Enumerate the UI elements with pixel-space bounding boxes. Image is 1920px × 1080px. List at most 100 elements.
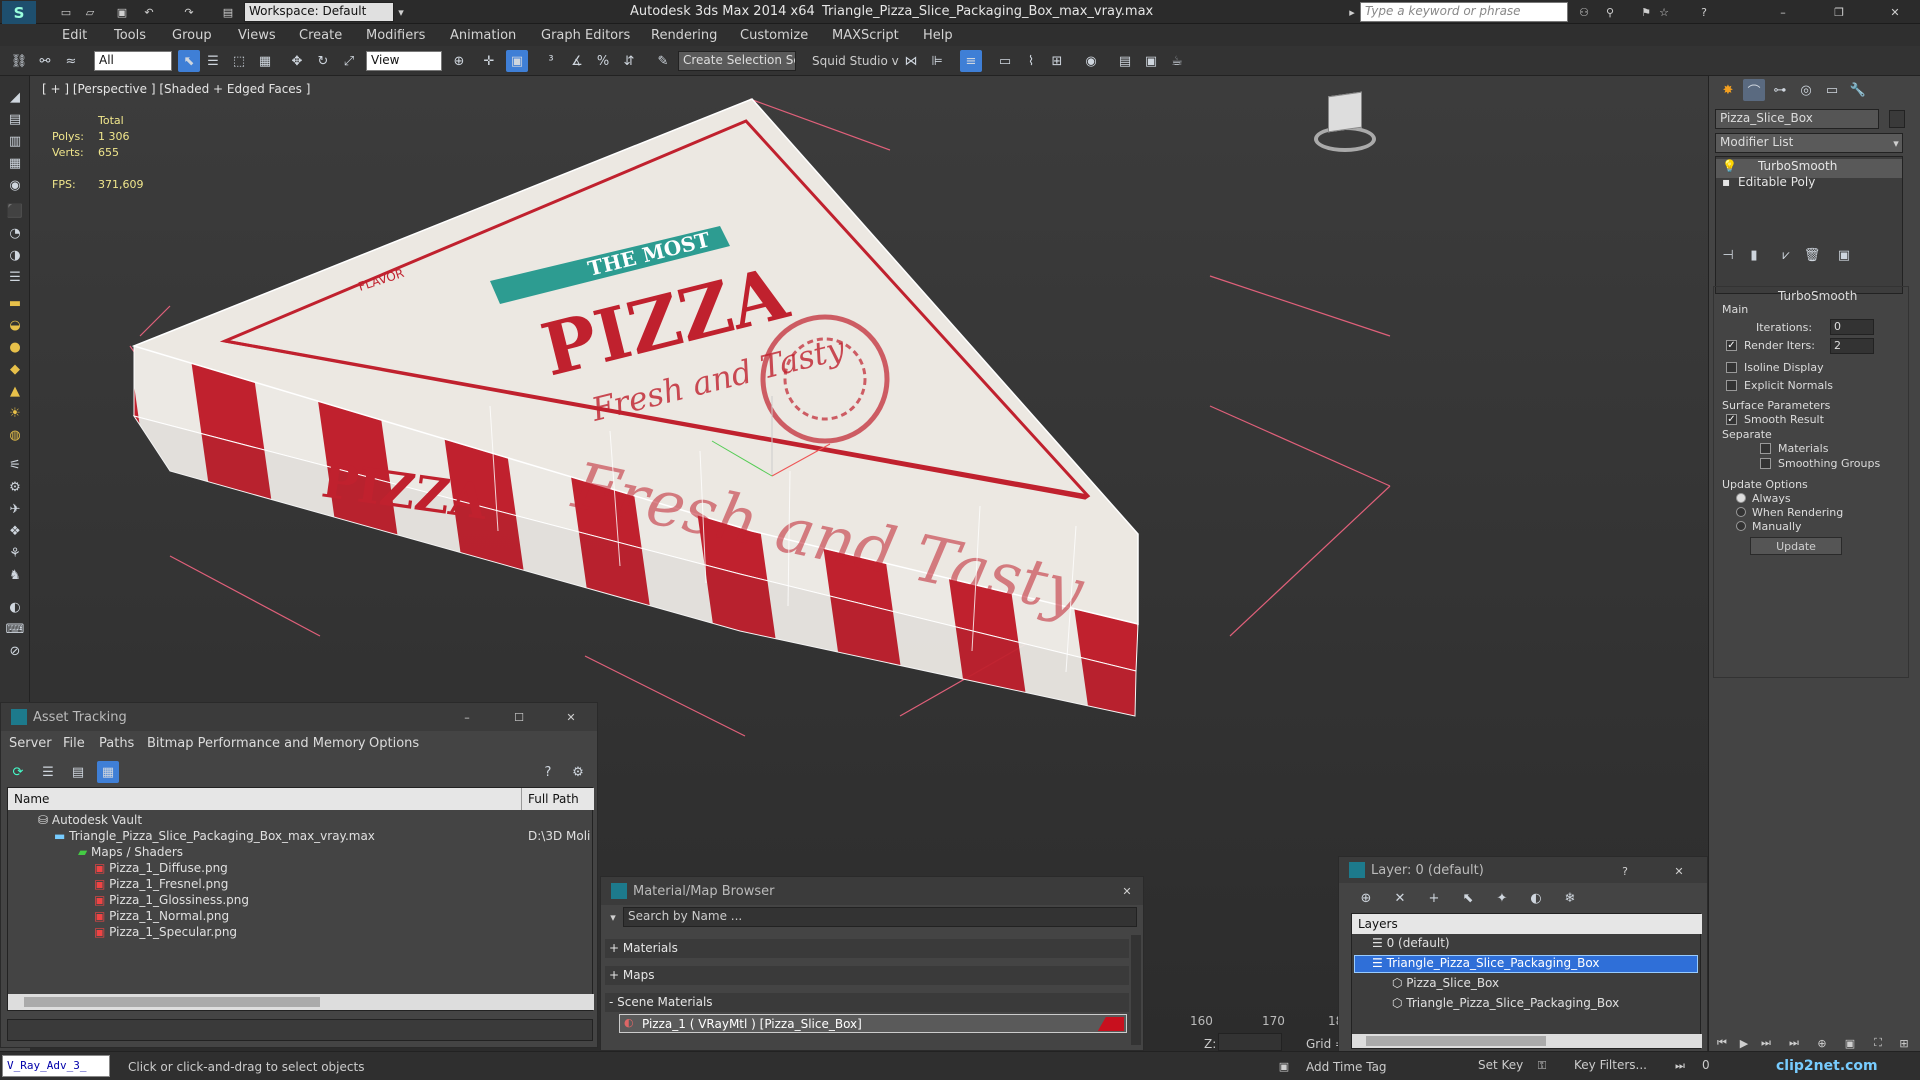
scrollbar-thumb[interactable] bbox=[1366, 1036, 1546, 1046]
angle-snap-icon[interactable]: ∡ bbox=[566, 50, 588, 72]
tool-icon-21[interactable]: ⚘ bbox=[4, 542, 26, 564]
studio-label[interactable]: Squid Studio v bbox=[812, 54, 899, 68]
tool-icon-8[interactable]: ◑ bbox=[4, 244, 26, 266]
selection-filter-dropdown[interactable]: All bbox=[94, 51, 172, 71]
help-icon[interactable]: ? bbox=[537, 761, 559, 783]
reference-coordinate-dropdown[interactable]: View bbox=[366, 51, 442, 71]
field-of-view-icon[interactable]: ▣ bbox=[1840, 1034, 1860, 1052]
refresh-icon[interactable]: ⟳ bbox=[7, 761, 29, 783]
asset-menu-bitmap[interactable]: Bitmap Performance and Memory bbox=[147, 736, 366, 751]
window-crossing-icon[interactable]: ▦ bbox=[254, 50, 276, 72]
mirror-icon[interactable]: ⋈ bbox=[900, 50, 922, 72]
tool-icon-18[interactable]: ⚙ bbox=[4, 476, 26, 498]
create-tab-icon[interactable]: ✸ bbox=[1717, 79, 1739, 101]
project-folder-icon[interactable]: ▤ bbox=[218, 2, 238, 22]
key-mode-icon[interactable]: ⏭ bbox=[1784, 1034, 1804, 1052]
search-by-name-input[interactable]: Search by Name ... bbox=[623, 907, 1137, 927]
viewcube-box-icon[interactable] bbox=[1328, 91, 1362, 133]
modify-tab-icon[interactable]: ⌒ bbox=[1743, 79, 1765, 101]
link-icon[interactable]: ⛓ bbox=[8, 50, 30, 72]
menu-group[interactable]: Group bbox=[172, 28, 212, 43]
key-filters-button[interactable]: Key Filters... bbox=[1574, 1058, 1647, 1072]
key-mode-toggle-icon[interactable]: ⏭ bbox=[1670, 1056, 1690, 1076]
always-radio[interactable] bbox=[1736, 493, 1746, 503]
minimize-icon[interactable]: – bbox=[1768, 2, 1798, 22]
unlink-icon[interactable]: ⚯ bbox=[34, 50, 56, 72]
menu-modifiers[interactable]: Modifiers bbox=[366, 28, 425, 43]
play-icon[interactable]: ▶ bbox=[1734, 1034, 1754, 1052]
layers-column-header[interactable]: Layers bbox=[1352, 914, 1702, 934]
smoothing-groups-checkbox[interactable] bbox=[1760, 458, 1771, 469]
close-icon[interactable]: ✕ bbox=[1880, 2, 1910, 22]
help-icon[interactable]: ? bbox=[1692, 2, 1716, 22]
modifier-list-dropdown[interactable]: Modifier List bbox=[1715, 133, 1903, 153]
select-by-name-icon[interactable]: ☰ bbox=[202, 50, 224, 72]
show-end-result-icon[interactable]: ▮ bbox=[1743, 244, 1765, 266]
layer-row-object[interactable]: ⬡ Triangle_Pizza_Slice_Packaging_Box bbox=[1392, 996, 1619, 1015]
expand-plus-icon[interactable]: ▪ bbox=[1722, 175, 1730, 189]
settings-icon[interactable]: ⚙ bbox=[567, 761, 589, 783]
tool-icon-2[interactable]: ▤ bbox=[4, 108, 26, 130]
zoom-extents-icon[interactable]: ⊕ bbox=[1812, 1034, 1832, 1052]
tool-icon-15[interactable]: ☀ bbox=[4, 402, 26, 424]
menu-help[interactable]: Help bbox=[923, 28, 953, 43]
menu-customize[interactable]: Customize bbox=[740, 28, 808, 43]
materials-section[interactable]: + Materials bbox=[605, 939, 1129, 958]
scale-icon[interactable]: ⤢ bbox=[338, 50, 360, 72]
when-rendering-radio[interactable] bbox=[1736, 507, 1746, 517]
move-icon[interactable]: ✥ bbox=[286, 50, 308, 72]
menu-animation[interactable]: Animation bbox=[450, 28, 516, 43]
tool-icon-16[interactable]: ◍ bbox=[4, 424, 26, 446]
favorites-star-icon[interactable]: ☆ bbox=[1654, 2, 1674, 22]
bind-space-warp-icon[interactable]: ≈ bbox=[60, 50, 82, 72]
layer-row-object[interactable]: ⬡ Pizza_Slice_Box bbox=[1392, 976, 1499, 995]
tool-icon-13[interactable]: ◆ bbox=[4, 358, 26, 380]
schematic-view-icon[interactable]: ⊞ bbox=[1046, 50, 1068, 72]
pivot-center-icon[interactable]: ⊕ bbox=[448, 50, 470, 72]
stack-item-editable-poly[interactable]: ▪ Editable Poly bbox=[1716, 175, 1902, 194]
turbosmooth-rollout-title[interactable]: TurboSmooth bbox=[1778, 289, 1857, 303]
configure-sets-icon[interactable]: ▣ bbox=[1833, 244, 1855, 266]
table-view-icon[interactable]: ▦ bbox=[97, 761, 119, 783]
workspace-chevron-down-icon[interactable]: ▾ bbox=[394, 2, 408, 22]
time-tag-icon[interactable]: ▣ bbox=[1274, 1056, 1294, 1076]
edit-named-selection-icon[interactable]: ✎ bbox=[652, 50, 674, 72]
scene-material-row[interactable]: ◐ Pizza_1 ( VRayMtl ) [Pizza_Slice_Box] bbox=[619, 1014, 1127, 1033]
tool-icon-20[interactable]: ❖ bbox=[4, 520, 26, 542]
keyword-search-input[interactable]: Type a keyword or phrase bbox=[1360, 2, 1568, 22]
asset-menu-file[interactable]: File bbox=[63, 736, 85, 751]
asset-maximize-icon[interactable]: ☐ bbox=[509, 707, 529, 727]
named-selection-set-dropdown[interactable]: Create Selection Se bbox=[678, 51, 796, 71]
binoculars-icon[interactable]: ⚇ bbox=[1574, 2, 1594, 22]
workspace-dropdown[interactable]: Workspace: Default bbox=[244, 2, 394, 22]
rectangular-selection-icon[interactable]: ⬚ bbox=[228, 50, 250, 72]
highlight-layer-icon[interactable]: ✦ bbox=[1491, 887, 1513, 909]
iterations-spinner[interactable]: 0 bbox=[1830, 319, 1874, 335]
keyboard-shortcut-override-icon[interactable]: ▣ bbox=[506, 50, 528, 72]
scrollbar-thumb[interactable] bbox=[24, 997, 320, 1007]
isoline-display-checkbox[interactable] bbox=[1726, 362, 1737, 373]
update-button[interactable]: Update bbox=[1750, 537, 1842, 555]
lightbulb-icon[interactable]: 💡 bbox=[1722, 159, 1737, 173]
menu-tools[interactable]: Tools bbox=[114, 28, 146, 43]
horizontal-scrollbar[interactable] bbox=[8, 994, 594, 1010]
tool-icon-6[interactable]: ⬛ bbox=[4, 200, 26, 222]
thumbnail-view-icon[interactable]: ▤ bbox=[67, 761, 89, 783]
next-frame-icon[interactable]: ⏭ bbox=[1756, 1034, 1776, 1052]
tool-icon-4[interactable]: ▦ bbox=[4, 152, 26, 174]
layer-close-icon[interactable]: ✕ bbox=[1669, 861, 1689, 881]
asset-minimize-icon[interactable]: – bbox=[457, 707, 477, 727]
undo-icon[interactable]: ↶ bbox=[138, 2, 160, 22]
layer-row-default[interactable]: ☰ 0 (default) bbox=[1372, 936, 1450, 955]
select-layer-objects-icon[interactable]: ⬉ bbox=[1457, 887, 1479, 909]
select-object-icon[interactable]: ⬉ bbox=[178, 50, 200, 72]
tool-icon-14[interactable]: ▲ bbox=[4, 380, 26, 402]
menu-rendering[interactable]: Rendering bbox=[651, 28, 717, 43]
maxscript-listener-field[interactable]: V_Ray_Adv_3_ bbox=[2, 1055, 110, 1077]
tool-icon-17[interactable]: ⚟ bbox=[4, 454, 26, 476]
save-icon[interactable]: ▣ bbox=[112, 2, 132, 22]
subscription-icon[interactable]: ⚲ bbox=[1600, 2, 1620, 22]
smooth-result-checkbox[interactable]: ✓ bbox=[1726, 414, 1737, 425]
add-to-layer-icon[interactable]: + bbox=[1423, 887, 1445, 909]
column-header-path[interactable]: Full Path bbox=[522, 788, 594, 810]
